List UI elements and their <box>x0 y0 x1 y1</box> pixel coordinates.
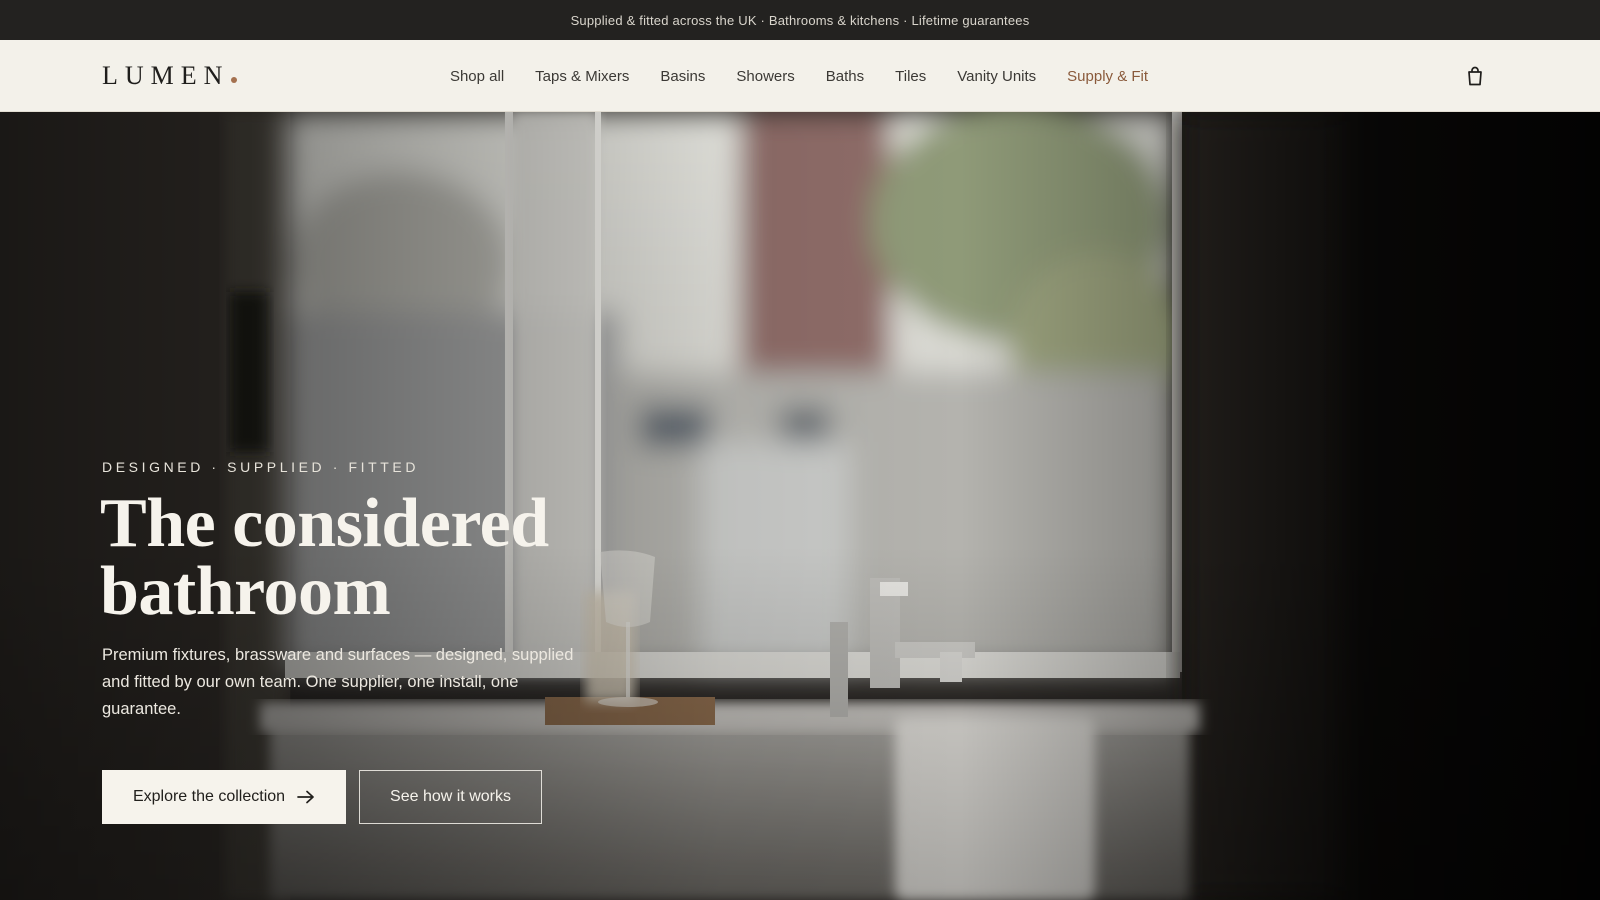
nav-item-taps-mixers[interactable]: Taps & Mixers <box>535 68 629 85</box>
cart-button[interactable] <box>1464 65 1486 87</box>
brand-name: LUMEN <box>102 61 230 90</box>
main-nav: Shop all Taps & Mixers Basins Showers Ba… <box>0 40 1600 112</box>
see-how-it-works-button[interactable]: See how it works <box>359 770 542 824</box>
see-how-it-works-label: See how it works <box>390 788 511 805</box>
nav-item-baths[interactable]: Baths <box>826 68 864 85</box>
nav-item-shop-all[interactable]: Shop all <box>450 68 504 85</box>
nav-item-basins[interactable]: Basins <box>660 68 705 85</box>
nav-item-showers[interactable]: Showers <box>736 68 794 85</box>
explore-collection-label: Explore the collection <box>132 788 286 805</box>
nav-item-tiles[interactable]: Tiles <box>895 68 926 85</box>
brand-dot <box>231 77 238 83</box>
hero-headline: The considered bathroom <box>100 485 549 630</box>
announcement-bar: Supplied & fitted across the UK · Bathro… <box>0 0 1600 40</box>
nav-item-supply-fit[interactable]: Supply & Fit <box>1067 68 1148 85</box>
arrow-right-icon <box>297 790 314 804</box>
hero-eyebrow: DESIGNED · SUPPLIED · FITTED <box>102 459 420 475</box>
hero-section: DESIGNED · SUPPLIED · FITTED The conside… <box>0 112 1600 900</box>
announcement-text: Supplied & fitted across the UK · Bathro… <box>570 12 1030 28</box>
brand-logo[interactable]: LUMEN <box>102 61 238 91</box>
shopping-bag-icon <box>1468 66 1482 86</box>
site-header: LUMEN Shop all Taps & Mixers Basins Show… <box>0 40 1600 112</box>
hero-subtext: Premium fixtures, brassware and surfaces… <box>102 646 574 718</box>
explore-collection-button[interactable]: Explore the collection <box>102 770 346 824</box>
nav-item-vanity-units[interactable]: Vanity Units <box>957 68 1036 85</box>
